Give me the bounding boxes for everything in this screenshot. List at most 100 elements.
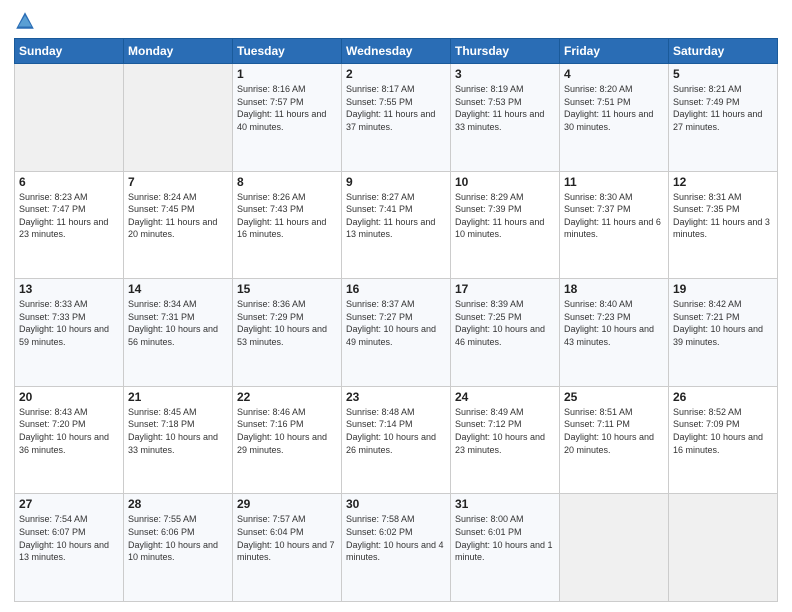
- day-info: Sunrise: 8:49 AM Sunset: 7:12 PM Dayligh…: [455, 406, 555, 456]
- day-number: 26: [673, 390, 773, 404]
- calendar-header-wednesday: Wednesday: [342, 39, 451, 64]
- day-number: 5: [673, 67, 773, 81]
- day-number: 2: [346, 67, 446, 81]
- calendar-cell: 16 Sunrise: 8:37 AM Sunset: 7:27 PM Dayli…: [342, 279, 451, 387]
- calendar-cell: 23Sunrise: 8:48 AM Sunset: 7:14 PM Dayli…: [342, 386, 451, 494]
- day-number: 7: [128, 175, 228, 189]
- calendar-header-tuesday: Tuesday: [233, 39, 342, 64]
- day-number: 10: [455, 175, 555, 189]
- day-info: Sunrise: 7:55 AM Sunset: 6:06 PM Dayligh…: [128, 513, 228, 563]
- calendar-cell: 15 Sunrise: 8:36 AM Sunset: 7:29 PM Dayli…: [233, 279, 342, 387]
- calendar-cell: 8Sunrise: 8:26 AM Sunset: 7:43 PM Daylig…: [233, 171, 342, 279]
- day-info: Sunrise: 8:48 AM Sunset: 7:14 PM Dayligh…: [346, 406, 446, 456]
- day-number: 6: [19, 175, 119, 189]
- day-info: Sunrise: 8:30 AM Sunset: 7:37 PM Dayligh…: [564, 191, 664, 241]
- day-info: Sunrise: 8:27 AM Sunset: 7:41 PM Dayligh…: [346, 191, 446, 241]
- calendar-week-5: 27 Sunrise: 7:54 AM Sunset: 6:07 PM Dayli…: [15, 494, 778, 602]
- calendar-cell: 19 Sunrise: 8:42 AM Sunset: 7:21 PM Dayli…: [669, 279, 778, 387]
- day-info: Sunrise: 8:23 AM Sunset: 7:47 PM Dayligh…: [19, 191, 119, 241]
- day-info: Sunrise: 8:39 AM Sunset: 7:25 PM Dayligh…: [455, 298, 555, 348]
- calendar-cell: [124, 64, 233, 172]
- day-number: 16: [346, 282, 446, 296]
- calendar-header-friday: Friday: [560, 39, 669, 64]
- calendar-cell: 27 Sunrise: 7:54 AM Sunset: 6:07 PM Dayli…: [15, 494, 124, 602]
- calendar-cell: 6 Sunrise: 8:23 AM Sunset: 7:47 PM Daylig…: [15, 171, 124, 279]
- calendar-cell: 12 Sunrise: 8:31 AM Sunset: 7:35 PM Dayli…: [669, 171, 778, 279]
- calendar-cell: 28 Sunrise: 7:55 AM Sunset: 6:06 PM Dayli…: [124, 494, 233, 602]
- calendar-cell: 25 Sunrise: 8:51 AM Sunset: 7:11 PM Dayli…: [560, 386, 669, 494]
- calendar-cell: [15, 64, 124, 172]
- header: [14, 10, 778, 32]
- calendar-cell: 22Sunrise: 8:46 AM Sunset: 7:16 PM Dayli…: [233, 386, 342, 494]
- calendar-table: SundayMondayTuesdayWednesdayThursdayFrid…: [14, 38, 778, 602]
- day-info: Sunrise: 8:17 AM Sunset: 7:55 PM Dayligh…: [346, 83, 446, 133]
- day-info: Sunrise: 8:36 AM Sunset: 7:29 PM Dayligh…: [237, 298, 337, 348]
- calendar-cell: [669, 494, 778, 602]
- calendar-cell: [560, 494, 669, 602]
- day-number: 11: [564, 175, 664, 189]
- day-number: 28: [128, 497, 228, 511]
- calendar-cell: 17 Sunrise: 8:39 AM Sunset: 7:25 PM Dayli…: [451, 279, 560, 387]
- day-info: Sunrise: 8:51 AM Sunset: 7:11 PM Dayligh…: [564, 406, 664, 456]
- calendar-cell: 2 Sunrise: 8:17 AM Sunset: 7:55 PM Daylig…: [342, 64, 451, 172]
- calendar-header-saturday: Saturday: [669, 39, 778, 64]
- day-info: Sunrise: 8:19 AM Sunset: 7:53 PM Dayligh…: [455, 83, 555, 133]
- calendar-cell: 29Sunrise: 7:57 AM Sunset: 6:04 PM Dayli…: [233, 494, 342, 602]
- calendar-cell: 10Sunrise: 8:29 AM Sunset: 7:39 PM Dayli…: [451, 171, 560, 279]
- calendar-cell: 18 Sunrise: 8:40 AM Sunset: 7:23 PM Dayli…: [560, 279, 669, 387]
- day-info: Sunrise: 8:33 AM Sunset: 7:33 PM Dayligh…: [19, 298, 119, 348]
- calendar-cell: 26Sunrise: 8:52 AM Sunset: 7:09 PM Dayli…: [669, 386, 778, 494]
- calendar-cell: 7 Sunrise: 8:24 AM Sunset: 7:45 PM Daylig…: [124, 171, 233, 279]
- day-number: 13: [19, 282, 119, 296]
- calendar-week-3: 13 Sunrise: 8:33 AM Sunset: 7:33 PM Dayli…: [15, 279, 778, 387]
- day-number: 18: [564, 282, 664, 296]
- day-number: 14: [128, 282, 228, 296]
- day-number: 19: [673, 282, 773, 296]
- day-info: Sunrise: 7:54 AM Sunset: 6:07 PM Dayligh…: [19, 513, 119, 563]
- calendar-cell: 1Sunrise: 8:16 AM Sunset: 7:57 PM Daylig…: [233, 64, 342, 172]
- day-info: Sunrise: 8:42 AM Sunset: 7:21 PM Dayligh…: [673, 298, 773, 348]
- calendar-week-2: 6 Sunrise: 8:23 AM Sunset: 7:47 PM Daylig…: [15, 171, 778, 279]
- calendar-week-4: 20Sunrise: 8:43 AM Sunset: 7:20 PM Dayli…: [15, 386, 778, 494]
- day-number: 22: [237, 390, 337, 404]
- day-info: Sunrise: 8:37 AM Sunset: 7:27 PM Dayligh…: [346, 298, 446, 348]
- day-info: Sunrise: 8:43 AM Sunset: 7:20 PM Dayligh…: [19, 406, 119, 456]
- calendar-cell: 4Sunrise: 8:20 AM Sunset: 7:51 PM Daylig…: [560, 64, 669, 172]
- calendar-cell: 9 Sunrise: 8:27 AM Sunset: 7:41 PM Daylig…: [342, 171, 451, 279]
- day-number: 30: [346, 497, 446, 511]
- day-number: 21: [128, 390, 228, 404]
- calendar-cell: 14 Sunrise: 8:34 AM Sunset: 7:31 PM Dayli…: [124, 279, 233, 387]
- calendar-week-1: 1Sunrise: 8:16 AM Sunset: 7:57 PM Daylig…: [15, 64, 778, 172]
- day-number: 25: [564, 390, 664, 404]
- day-number: 15: [237, 282, 337, 296]
- day-number: 17: [455, 282, 555, 296]
- calendar-cell: 30 Sunrise: 7:58 AM Sunset: 6:02 PM Dayli…: [342, 494, 451, 602]
- calendar-header-sunday: Sunday: [15, 39, 124, 64]
- day-info: Sunrise: 8:45 AM Sunset: 7:18 PM Dayligh…: [128, 406, 228, 456]
- day-number: 12: [673, 175, 773, 189]
- day-info: Sunrise: 8:24 AM Sunset: 7:45 PM Dayligh…: [128, 191, 228, 241]
- day-info: Sunrise: 8:34 AM Sunset: 7:31 PM Dayligh…: [128, 298, 228, 348]
- day-info: Sunrise: 8:20 AM Sunset: 7:51 PM Dayligh…: [564, 83, 664, 133]
- calendar-cell: 3Sunrise: 8:19 AM Sunset: 7:53 PM Daylig…: [451, 64, 560, 172]
- calendar-cell: 20Sunrise: 8:43 AM Sunset: 7:20 PM Dayli…: [15, 386, 124, 494]
- day-info: Sunrise: 8:40 AM Sunset: 7:23 PM Dayligh…: [564, 298, 664, 348]
- day-info: Sunrise: 8:31 AM Sunset: 7:35 PM Dayligh…: [673, 191, 773, 241]
- calendar-cell: 31 Sunrise: 8:00 AM Sunset: 6:01 PM Dayli…: [451, 494, 560, 602]
- day-number: 9: [346, 175, 446, 189]
- day-info: Sunrise: 8:00 AM Sunset: 6:01 PM Dayligh…: [455, 513, 555, 563]
- day-info: Sunrise: 8:16 AM Sunset: 7:57 PM Dayligh…: [237, 83, 337, 133]
- day-number: 27: [19, 497, 119, 511]
- calendar-header-thursday: Thursday: [451, 39, 560, 64]
- calendar-header-row: SundayMondayTuesdayWednesdayThursdayFrid…: [15, 39, 778, 64]
- calendar-cell: 24 Sunrise: 8:49 AM Sunset: 7:12 PM Dayli…: [451, 386, 560, 494]
- day-number: 24: [455, 390, 555, 404]
- calendar-cell: 21 Sunrise: 8:45 AM Sunset: 7:18 PM Dayli…: [124, 386, 233, 494]
- day-info: Sunrise: 7:57 AM Sunset: 6:04 PM Dayligh…: [237, 513, 337, 563]
- day-info: Sunrise: 8:21 AM Sunset: 7:49 PM Dayligh…: [673, 83, 773, 133]
- day-info: Sunrise: 7:58 AM Sunset: 6:02 PM Dayligh…: [346, 513, 446, 563]
- calendar-cell: 5 Sunrise: 8:21 AM Sunset: 7:49 PM Daylig…: [669, 64, 778, 172]
- logo: [14, 10, 40, 32]
- logo-icon: [14, 10, 36, 32]
- day-number: 31: [455, 497, 555, 511]
